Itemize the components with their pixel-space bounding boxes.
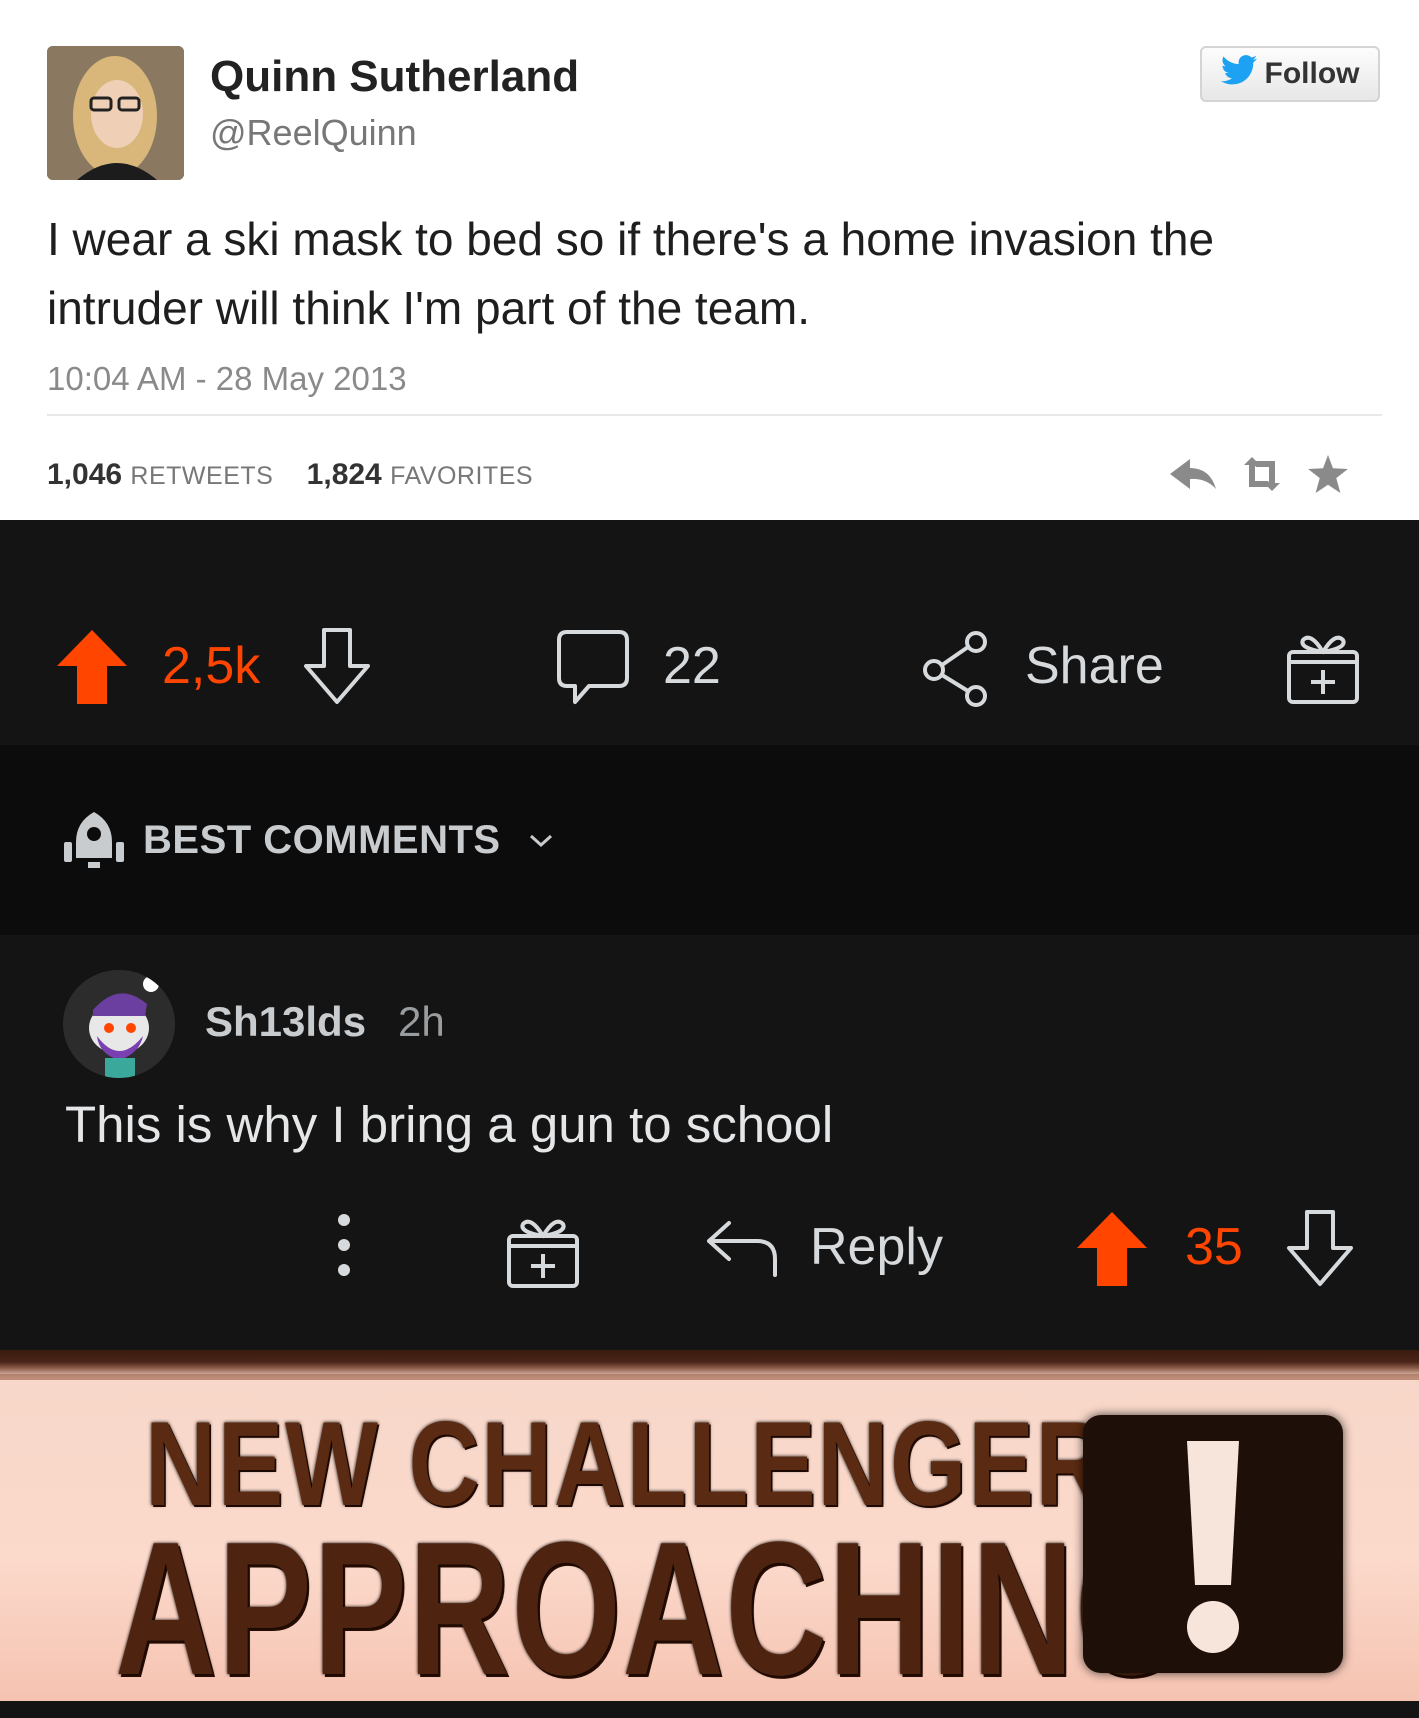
share-icon[interactable]	[920, 628, 994, 713]
tweet-timestamp[interactable]: 10:04 AM - 28 May 2013	[47, 360, 407, 398]
favorites-label[interactable]: FAVORITES	[390, 462, 533, 490]
share-label[interactable]: Share	[1025, 636, 1164, 696]
tweet-author-handle[interactable]: @ReelQuinn	[210, 112, 417, 154]
downvote-icon[interactable]	[1283, 1210, 1357, 1293]
banner-line-2: APPROACHING	[115, 1503, 1186, 1715]
upvote-icon[interactable]	[55, 628, 129, 711]
sort-label[interactable]: BEST COMMENTS	[143, 818, 501, 863]
rocket-sort-icon	[62, 808, 126, 877]
chevron-down-icon[interactable]	[528, 832, 554, 855]
follow-button[interactable]: Follow	[1200, 46, 1380, 102]
favorite-star-icon[interactable]	[1308, 455, 1348, 498]
retweet-icon[interactable]	[1238, 457, 1286, 496]
comment-age: 2h	[398, 998, 445, 1045]
tweet-text: I wear a ski mask to bed so if there's a…	[47, 213, 1215, 334]
retweets-count: 1,046	[47, 458, 123, 491]
post-score: 2,5k	[162, 637, 261, 695]
downvote-icon[interactable]	[300, 628, 374, 711]
twitter-bird-icon	[1220, 55, 1257, 93]
tweet-actions	[1170, 455, 1348, 498]
exclamation-box	[1083, 1415, 1343, 1673]
comment-bubble-icon[interactable]	[555, 628, 631, 713]
divider	[0, 1374, 1419, 1380]
reply-arrow-icon[interactable]	[1170, 457, 1216, 496]
reply-button[interactable]: Reply	[810, 1217, 943, 1277]
retweets-label[interactable]: RETWEETS	[130, 462, 273, 490]
comment-count: 22	[663, 637, 721, 695]
comment-score: 35	[1185, 1218, 1243, 1276]
user-avatar[interactable]	[47, 46, 184, 180]
tweet-card: Quinn Sutherland @ReelQuinn Follow I wea…	[0, 0, 1419, 520]
follow-label: Follow	[1264, 57, 1360, 90]
favorites-count: 1,824	[306, 458, 382, 491]
tweet-stats: 1,046 RETWEETS 1,824 FAVORITES	[47, 458, 533, 492]
divider	[47, 414, 1382, 416]
award-gift-icon[interactable]	[1285, 628, 1361, 713]
comment-username[interactable]: Sh13lds	[205, 998, 366, 1046]
commenter-avatar[interactable]	[63, 970, 175, 1078]
reply-icon[interactable]	[703, 1215, 779, 1286]
more-dots-icon[interactable]	[333, 1210, 355, 1285]
tweet-author-name[interactable]: Quinn Sutherland	[210, 52, 579, 102]
post-action-bar	[0, 520, 1419, 745]
upvote-icon[interactable]	[1075, 1210, 1149, 1293]
award-gift-icon[interactable]	[505, 1212, 581, 1297]
exclamation-icon	[1187, 1441, 1239, 1653]
comment-body: This is why I bring a gun to school	[65, 1096, 834, 1153]
